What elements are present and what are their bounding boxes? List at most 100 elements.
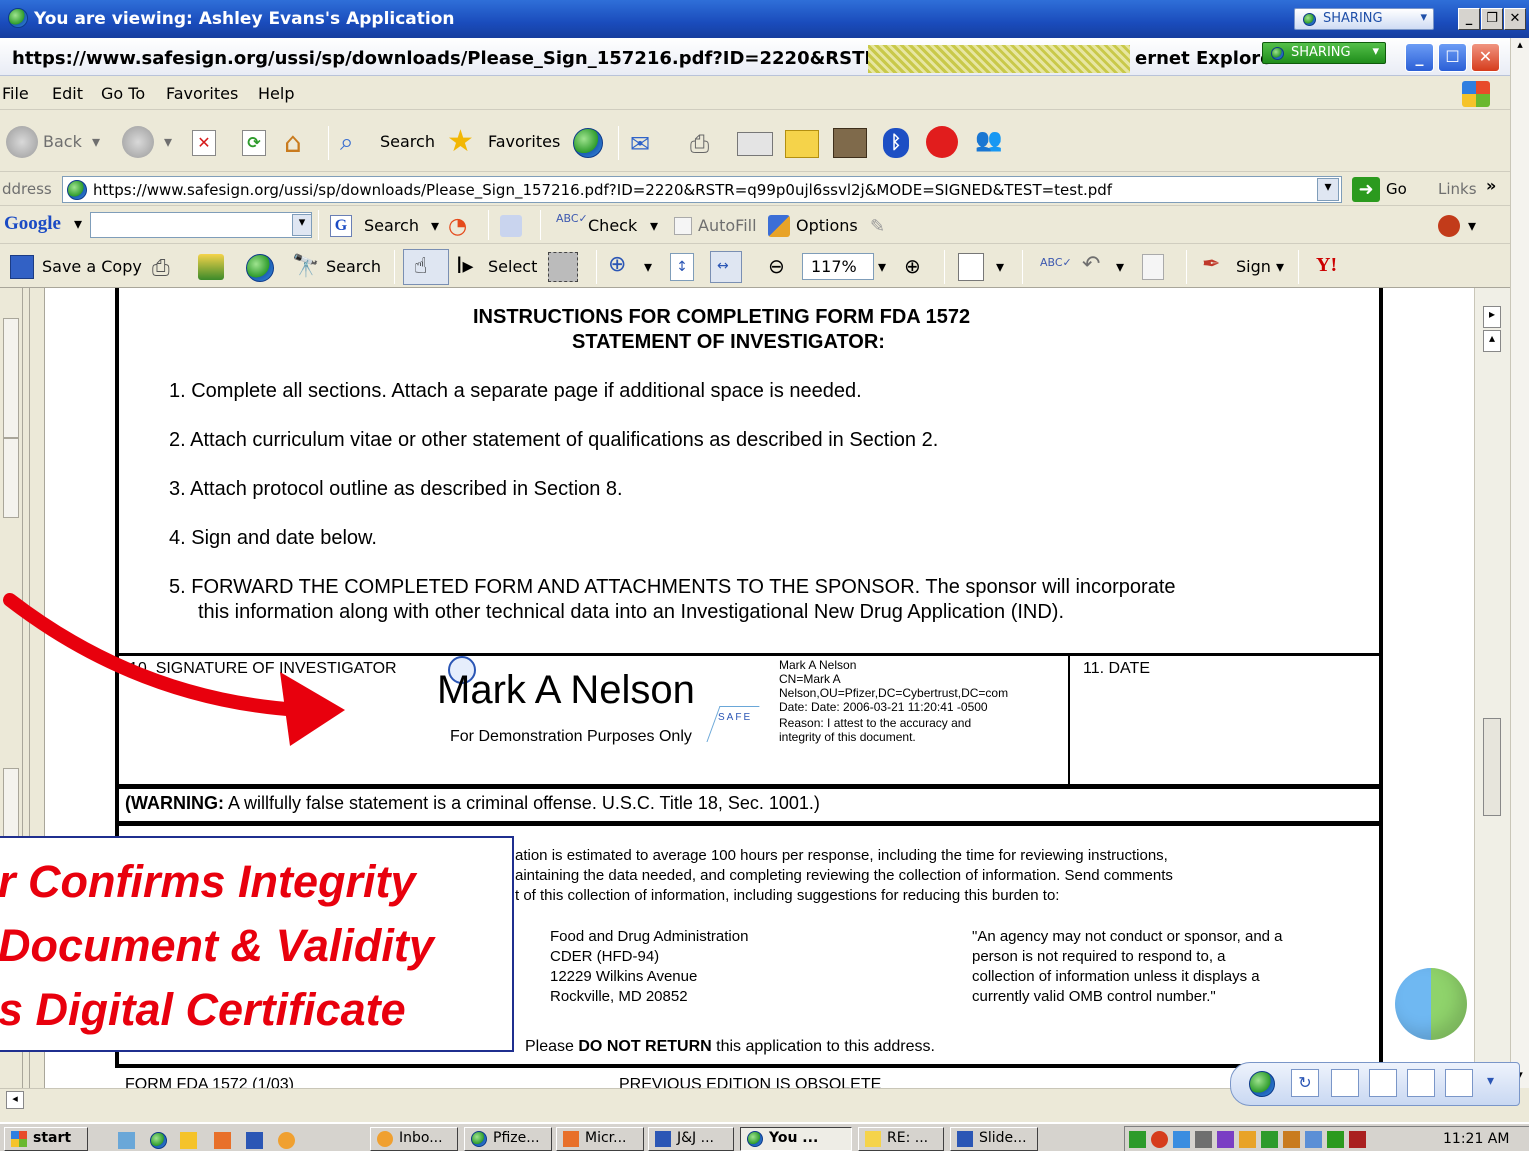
browser-scrollbar[interactable]: ▴ ▾ (1510, 38, 1529, 1088)
chevron-down-icon[interactable]: ▾ (431, 216, 439, 235)
links-label[interactable]: Links (1438, 180, 1477, 198)
refresh-icon[interactable]: ↻ (1291, 1069, 1319, 1097)
clock[interactable]: 11:21 AM (1443, 1131, 1509, 1147)
document-scrollbar[interactable]: ▸ ▴ (1474, 288, 1510, 1088)
go-arrow-icon[interactable]: ➜ (1352, 177, 1380, 202)
refresh-icon[interactable]: ⟳ (242, 130, 266, 156)
close-button[interactable]: ✕ (1504, 8, 1526, 30)
chevron-down-icon[interactable]: ▾ (1116, 257, 1124, 276)
tray-icon[interactable] (1151, 1131, 1168, 1148)
chevron-down-icon[interactable]: ▾ (650, 216, 658, 235)
chat-icon[interactable] (1369, 1069, 1397, 1097)
menu-favorites[interactable]: Favorites (166, 84, 238, 103)
search-button-label[interactable]: Search (380, 132, 435, 151)
task-button-active[interactable]: You ... (740, 1127, 852, 1151)
zoom-input[interactable]: 117% (802, 253, 874, 280)
maximize-button[interactable]: ☐ (1438, 43, 1467, 72)
links-more-chevron[interactable]: » (1486, 176, 1496, 195)
close-button[interactable]: ✕ (1471, 43, 1500, 72)
fit-width-button[interactable]: ↔ (710, 251, 742, 283)
tray-icon[interactable] (1239, 1131, 1256, 1148)
save-icon[interactable] (10, 255, 34, 279)
forward-arrow-icon[interactable] (122, 126, 154, 158)
outlook-icon[interactable] (278, 1132, 295, 1149)
chevron-down-icon[interactable]: ▾ (92, 132, 100, 151)
favorites-star-icon[interactable]: ★ (447, 124, 483, 159)
tray-icon[interactable] (1349, 1131, 1366, 1148)
address-dropdown-button[interactable]: ▾ (1317, 178, 1339, 201)
task-button[interactable]: Micr... (556, 1127, 644, 1151)
folder-icon[interactable] (180, 1132, 197, 1149)
zoom-out-icon[interactable]: ⊖ (768, 254, 785, 278)
chevron-down-icon[interactable]: ▾ (74, 214, 82, 233)
hand-tool-button[interactable]: ☝ (403, 249, 449, 285)
options-label[interactable]: Options (796, 216, 858, 235)
menu-go-to[interactable]: Go To (101, 84, 145, 103)
menu-edit[interactable]: Edit (52, 84, 83, 103)
autofill-label[interactable]: AutoFill (698, 216, 757, 235)
sharing-dropdown[interactable]: SHARING ▾ (1294, 8, 1434, 30)
menu-file[interactable]: File (2, 84, 29, 103)
tray-icon[interactable] (1283, 1131, 1300, 1148)
scroll-thumb[interactable] (1483, 718, 1501, 816)
scroll-up-arrow-icon[interactable]: ▴ (1511, 38, 1529, 56)
word-icon[interactable] (246, 1132, 263, 1149)
task-button[interactable]: Inbo... (370, 1127, 458, 1151)
powerpoint-icon[interactable] (214, 1132, 231, 1149)
back-button-label[interactable]: Back (43, 132, 82, 151)
google-search-label[interactable]: Search (364, 216, 419, 235)
tray-icon[interactable] (1305, 1131, 1322, 1148)
ie-icon[interactable] (150, 1132, 167, 1149)
chevron-down-icon[interactable]: ▾ (1276, 257, 1284, 276)
chevron-down-icon[interactable]: ▾ (644, 257, 652, 276)
google-logo[interactable]: Google (4, 213, 61, 235)
globe-icon[interactable] (1249, 1071, 1275, 1097)
scroll-up-arrow-icon[interactable]: ▴ (1483, 330, 1501, 352)
history-icon[interactable] (573, 128, 603, 158)
desktop-icon[interactable] (118, 1132, 135, 1149)
zoom-in-icon[interactable]: ⊕ (608, 252, 626, 277)
highlight-icon[interactable]: ✎ (870, 216, 890, 237)
tray-icon[interactable] (1327, 1131, 1344, 1148)
start-button[interactable]: start (4, 1127, 88, 1151)
tray-icon[interactable] (1129, 1131, 1146, 1148)
share-icon[interactable] (1445, 1069, 1473, 1097)
google-g-icon[interactable]: G (330, 215, 352, 237)
signatures-tab[interactable] (3, 318, 19, 438)
notes-icon[interactable] (1407, 1069, 1435, 1097)
copy-icon[interactable] (1142, 254, 1164, 280)
meeting-widget-icon[interactable] (1395, 968, 1467, 1040)
research-icon[interactable] (833, 128, 867, 158)
rotate-page-icon[interactable] (958, 253, 984, 281)
task-button[interactable]: Slide... (950, 1127, 1038, 1151)
tray-icon[interactable] (1261, 1131, 1278, 1148)
network-icon[interactable] (1195, 1131, 1212, 1148)
home-icon[interactable]: ⌂ (284, 126, 318, 159)
binoculars-icon[interactable]: 🔭 (292, 254, 320, 280)
text-cursor-icon[interactable]: I▸ (456, 254, 474, 279)
menu-help[interactable]: Help (258, 84, 294, 103)
print-icon[interactable]: ⎙ (152, 256, 180, 281)
stop-icon[interactable]: ✕ (192, 130, 216, 156)
sharing-dropdown-2[interactable]: SHARING ▾ (1262, 42, 1386, 64)
minimize-button[interactable]: _ (1458, 8, 1480, 30)
next-page-arrow-icon[interactable]: ▸ (1483, 306, 1501, 328)
undo-icon[interactable]: ↶ (1082, 252, 1100, 277)
task-button[interactable]: Pfize... (464, 1127, 552, 1151)
go-button-label[interactable]: Go (1386, 180, 1407, 198)
back-arrow-icon[interactable] (6, 126, 38, 158)
chevron-down-icon[interactable]: ▾ (996, 257, 1004, 276)
chevron-down-icon[interactable]: ▾ (164, 132, 172, 151)
mail-icon[interactable]: ✉ (630, 130, 664, 158)
web-icon[interactable] (246, 254, 274, 282)
search-icon[interactable]: ⌕ (340, 128, 370, 158)
popup-blocker-icon[interactable] (500, 215, 522, 237)
select-label[interactable]: Select (488, 257, 537, 276)
messenger-icon[interactable] (926, 126, 958, 158)
favorites-button-label[interactable]: Favorites (488, 132, 560, 151)
pages-tab[interactable] (3, 438, 19, 518)
fit-page-icon[interactable]: ↕ (670, 253, 694, 281)
snapshot-camera-icon[interactable] (548, 252, 578, 282)
translate-icon[interactable] (1438, 215, 1460, 237)
edit-icon[interactable] (737, 132, 773, 156)
